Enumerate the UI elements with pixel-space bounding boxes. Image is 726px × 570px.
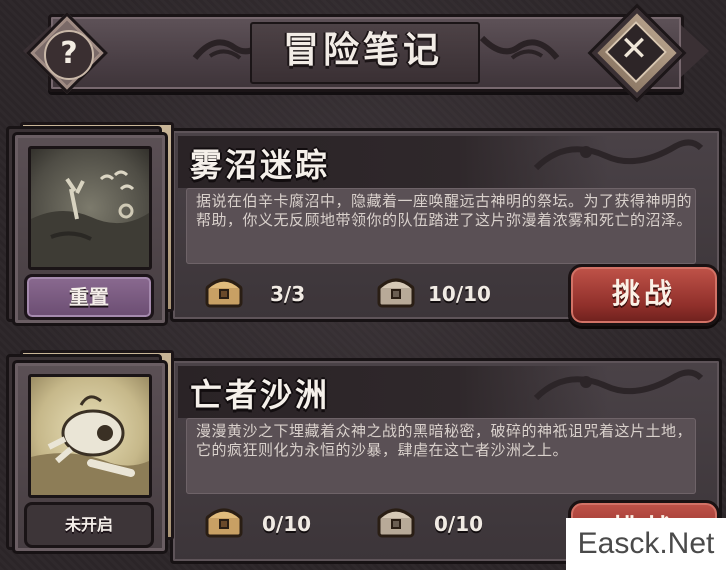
watermark: Easck.Net: [566, 518, 726, 570]
large-chest-icon: [377, 278, 415, 308]
small-chest-count: 3/3: [270, 282, 306, 306]
reset-button[interactable]: 重置: [24, 274, 154, 320]
small-chest-icon: [205, 508, 243, 538]
skull-thumbnail-icon: [28, 374, 152, 498]
right-ornament-icon: [479, 35, 560, 60]
header: 冒险笔记 ? ✕: [0, 0, 726, 110]
help-icon[interactable]: ?: [44, 30, 94, 80]
adventure-description: 据说在伯辛卡腐沼中，隐藏着一座唤醒远古神明的祭坛。为了获得神明的帮助，你义无反顾…: [196, 192, 693, 229]
swirl-decoration-icon: [533, 139, 704, 171]
adventure-book: 重置: [6, 122, 174, 326]
challenge-button[interactable]: 挑战: [568, 264, 720, 326]
page-title: 冒险笔记: [282, 30, 443, 71]
large-chest-count: 10/10: [428, 282, 491, 306]
close-icon[interactable]: ✕: [614, 28, 654, 69]
swirl-decoration-icon: [533, 369, 704, 401]
adventure-title: 亡者沙洲: [190, 376, 331, 414]
swamp-thumbnail-icon: [28, 146, 152, 270]
adventure-title: 雾沼迷踪: [190, 146, 331, 184]
adventure-book: 未开启: [6, 350, 174, 564]
locked-label: 未开启: [24, 502, 154, 548]
large-chest-icon: [377, 508, 415, 538]
small-chest-icon: [205, 278, 243, 308]
adventure-card: 雾沼迷踪 据说在伯辛卡腐沼中，隐藏着一座唤醒远古神明的祭坛。为了获得神明的帮助，…: [0, 118, 726, 328]
adventure-description: 漫漫黄沙之下埋藏着众神之战的黑暗秘密，破碎的神祇诅咒着这片土地，它的疯狂则化为永…: [196, 422, 693, 459]
small-chest-count: 0/10: [262, 512, 312, 536]
large-chest-count: 0/10: [434, 512, 484, 536]
